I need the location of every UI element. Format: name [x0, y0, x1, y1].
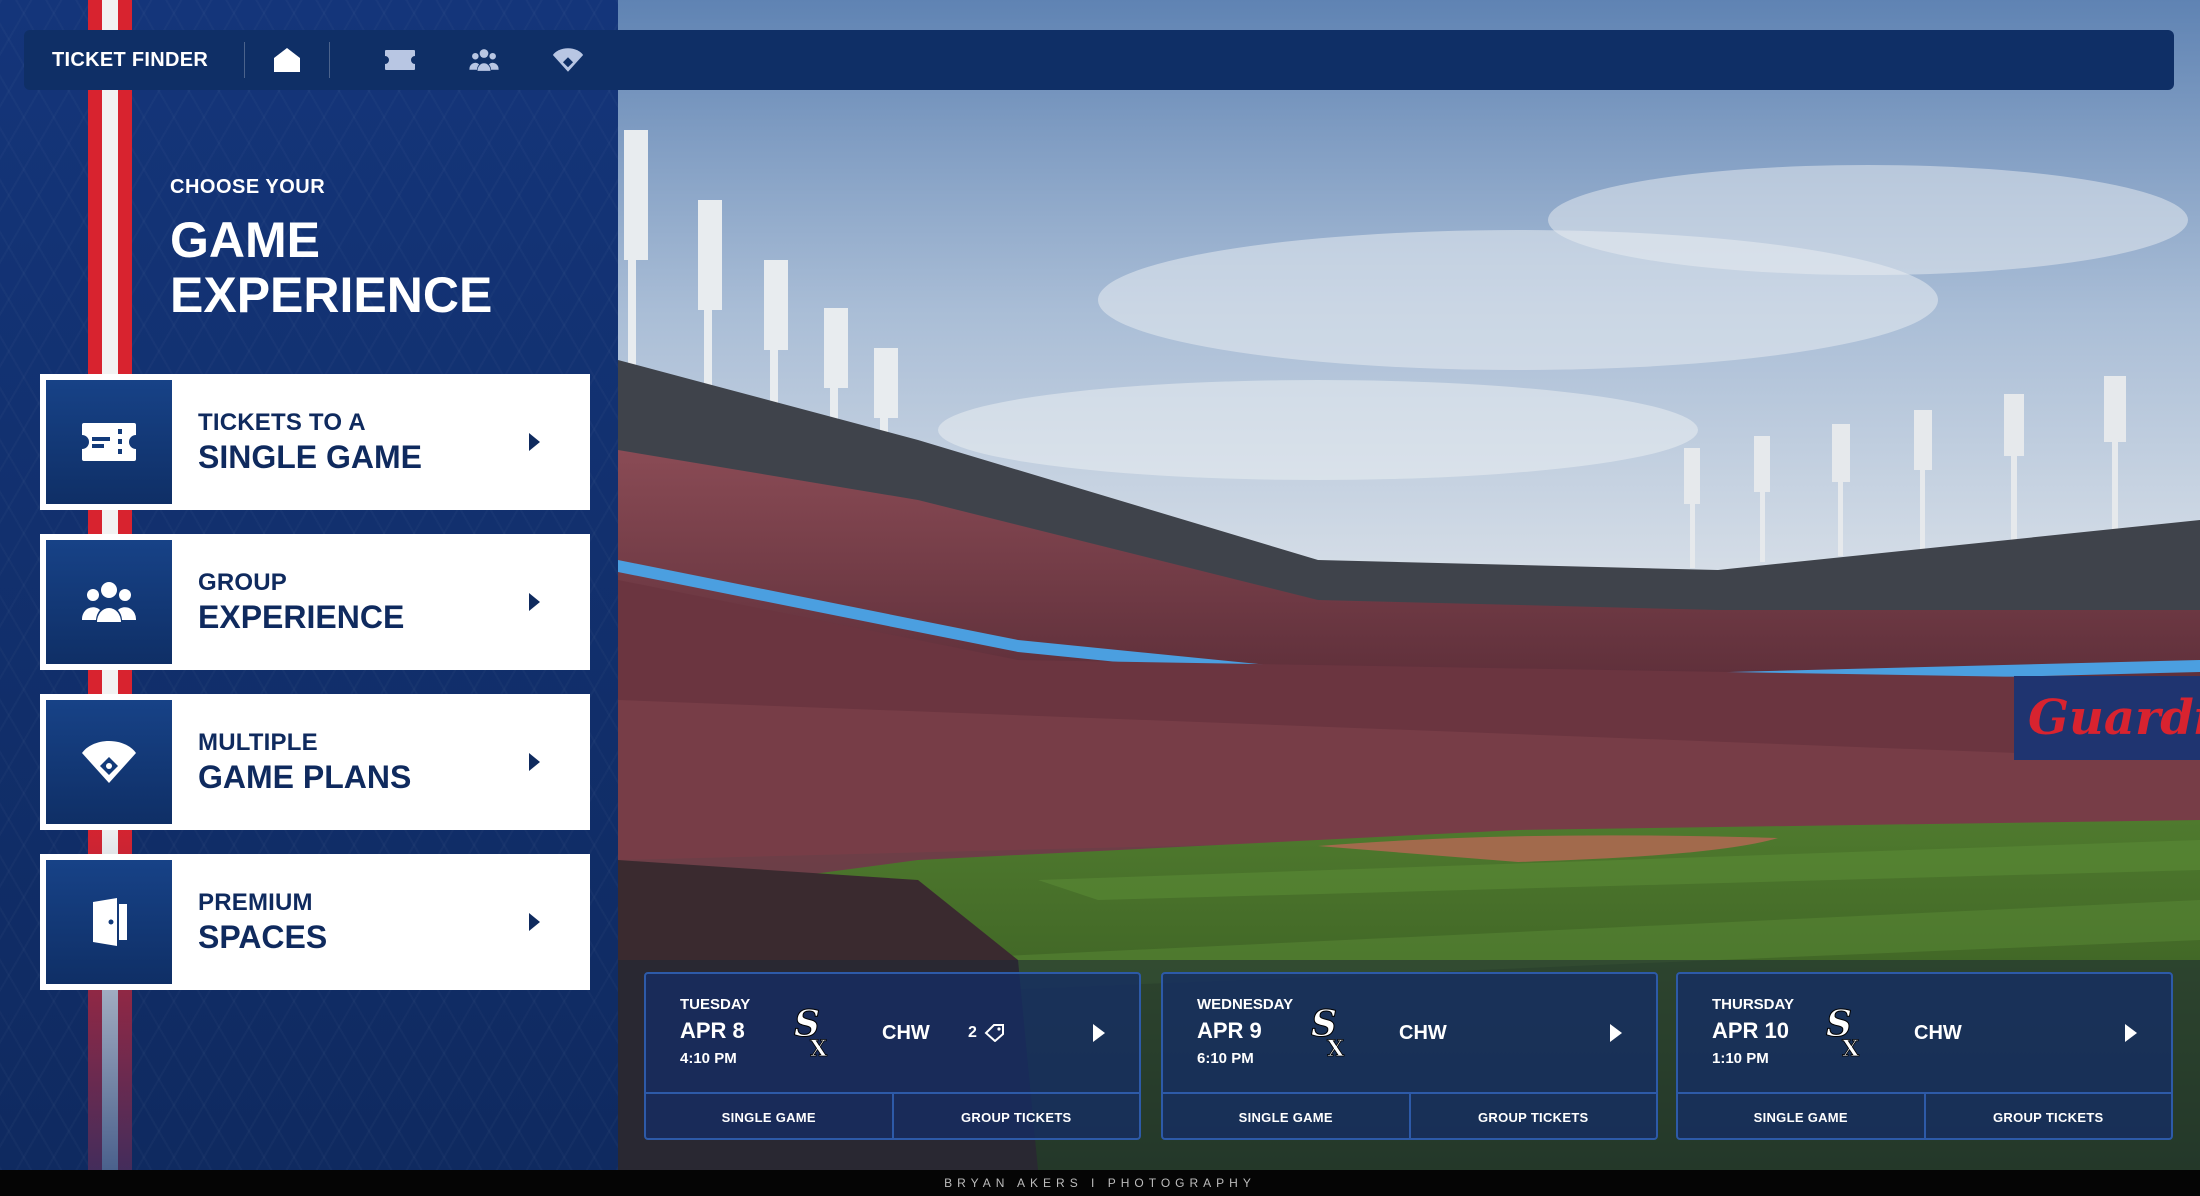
- single-game-button[interactable]: SINGLE GAME: [646, 1094, 892, 1140]
- chevron-right-icon[interactable]: [1610, 1024, 1622, 1042]
- promo-count-value: 2: [968, 1024, 977, 1041]
- opponent-team: CHW: [1914, 1022, 1962, 1044]
- option-group-experience[interactable]: GROUP EXPERIENCE: [40, 534, 590, 670]
- baseball-diamond-icon: [46, 700, 172, 824]
- option-line1: MULTIPLE: [198, 728, 318, 756]
- game-card: TUESDAY APR 8 4:10 PM S X CHW 2 SINGLE G…: [644, 972, 1141, 1140]
- nav-game-plans[interactable]: [526, 30, 610, 90]
- white-sox-logo-icon: S X: [1311, 1003, 1346, 1059]
- option-line1: GROUP: [198, 568, 288, 596]
- group-tickets-button[interactable]: GROUP TICKETS: [1923, 1094, 2172, 1140]
- option-line2: GAME PLANS: [198, 758, 412, 795]
- page-title: GAME EXPERIENCE: [170, 212, 493, 323]
- group-tickets-button[interactable]: GROUP TICKETS: [891, 1094, 1140, 1140]
- group-tickets-button[interactable]: GROUP TICKETS: [1408, 1094, 1657, 1140]
- credit-bar: BRYAN AKERS I PHOTOGRAPHY: [0, 1170, 2200, 1196]
- nav-home[interactable]: [245, 30, 329, 90]
- option-line2: EXPERIENCE: [198, 598, 405, 635]
- game-day: WEDNESDAY: [1197, 996, 1294, 1013]
- game-card: THURSDAY APR 10 1:10 PM S X CHW SINGLE G…: [1676, 972, 2173, 1140]
- opponent-team: CHW: [882, 1022, 930, 1044]
- game-date: APR 9: [1197, 1018, 1262, 1043]
- opponent-team: CHW: [1399, 1022, 1447, 1044]
- chevron-right-icon[interactable]: [2125, 1024, 2137, 1042]
- door-icon: [46, 860, 172, 984]
- game-time: 6:10 PM: [1197, 1050, 1254, 1067]
- photo-credit: BRYAN AKERS I PHOTOGRAPHY: [944, 1176, 1256, 1190]
- nav-tickets[interactable]: [358, 30, 442, 90]
- chevron-right-icon: [529, 593, 540, 611]
- option-premium-spaces[interactable]: PREMIUM SPACES: [40, 854, 590, 990]
- stadium-banner-text: Guardia: [2028, 690, 2200, 746]
- chevron-right-icon: [529, 433, 540, 451]
- game-day: TUESDAY: [680, 996, 751, 1013]
- promo-tag-icon: [984, 1024, 1004, 1042]
- group-icon: [46, 540, 172, 664]
- game-day: THURSDAY: [1712, 996, 1794, 1013]
- left-panel: CHOOSE YOUR GAME EXPERIENCE TICKETS TO A…: [0, 0, 618, 1170]
- game-card: WEDNESDAY APR 9 6:10 PM S X CHW SINGLE G…: [1161, 972, 1658, 1140]
- svg-text:X: X: [1327, 1036, 1345, 1058]
- option-line1: TICKETS TO A: [198, 408, 366, 436]
- home-icon: [274, 48, 300, 72]
- heading-pretitle: CHOOSE YOUR: [170, 176, 326, 198]
- option-multiple-game-plans[interactable]: MULTIPLE GAME PLANS: [40, 694, 590, 830]
- ticket-icon: [46, 380, 172, 504]
- chevron-right-icon[interactable]: [1093, 1024, 1105, 1042]
- option-single-game[interactable]: TICKETS TO A SINGLE GAME: [40, 374, 590, 510]
- chevron-right-icon: [529, 753, 540, 771]
- ticket-icon: [385, 50, 415, 70]
- group-icon: [469, 49, 499, 71]
- nav-groups[interactable]: [442, 30, 526, 90]
- nav-divider: [329, 42, 330, 78]
- svg-text:X: X: [1842, 1036, 1860, 1058]
- option-line2: SINGLE GAME: [198, 438, 423, 475]
- promo-count: 2: [968, 1024, 1005, 1042]
- single-game-button[interactable]: SINGLE GAME: [1678, 1094, 1924, 1140]
- game-time: 1:10 PM: [1712, 1050, 1769, 1067]
- chevron-right-icon: [529, 913, 540, 931]
- white-sox-logo-icon: S X: [794, 1003, 829, 1059]
- single-game-button[interactable]: SINGLE GAME: [1163, 1094, 1409, 1140]
- svg-text:X: X: [810, 1036, 828, 1058]
- white-sox-logo-icon: S X: [1826, 1003, 1861, 1059]
- nav-title[interactable]: TICKET FINDER: [24, 49, 244, 72]
- option-line1: PREMIUM: [198, 888, 313, 916]
- game-time: 4:10 PM: [680, 1050, 737, 1067]
- game-date: APR 10: [1712, 1018, 1790, 1043]
- baseball-diamond-icon: [552, 48, 584, 72]
- game-date: APR 8: [680, 1018, 745, 1043]
- top-nav: TICKET FINDER: [24, 30, 2174, 90]
- option-line2: SPACES: [198, 918, 328, 955]
- heading: CHOOSE YOUR GAME EXPERIENCE: [170, 176, 570, 323]
